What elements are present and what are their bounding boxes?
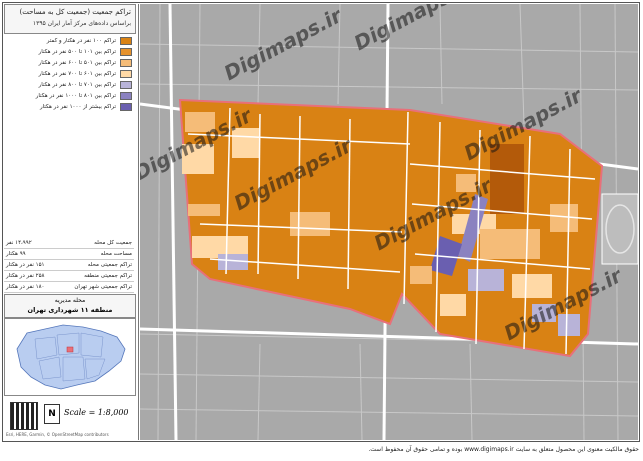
north-arrow-icon: N bbox=[44, 404, 60, 424]
legend-item: تراکم بین ۱۰۱ تا ۵۰۰ نفر در هکتار bbox=[4, 47, 134, 57]
stats-table: جمعیت کل محله ۱۴،۹۹۲ نفر مساحت محله ۹۹ هکتا… bbox=[4, 238, 134, 293]
legend-item: تراکم بیشتر از ۱۰۰۰ نفر در هکتار bbox=[4, 102, 134, 112]
stat-label: تراکم جمعیتی شهر تهران bbox=[74, 284, 132, 290]
legend-item: تراکم ۱۰۰ نفر در هکتار و کمتر bbox=[4, 36, 134, 46]
stat-label: تراکم جمعیتی محله bbox=[87, 262, 132, 268]
qr-code bbox=[10, 402, 38, 430]
legend-label: تراکم بیشتر از ۱۰۰۰ نفر در هکتار bbox=[39, 104, 116, 110]
stat-label: تراکم جمعیتی منطقه bbox=[84, 273, 132, 279]
main-map-svg bbox=[140, 4, 638, 440]
stat-row: مساحت محله ۹۹ هکتار bbox=[4, 249, 134, 260]
inset-district-name: منطقه ۱۱ شهرداری تهران bbox=[27, 306, 113, 314]
stat-value: ۱۵۱ نفر در هکتار bbox=[6, 262, 45, 268]
basemap-credit: Esri, HERE, Garmin, © OpenStreetMap cont… bbox=[6, 432, 109, 437]
legend-item: تراکم بین ۶۰۱ تا ۷۰۰ نفر در هکتار bbox=[4, 69, 134, 79]
stat-row: تراکم جمعیتی منطقه ۲۵۸ نفر در هکتار bbox=[4, 271, 134, 282]
map-scale: Scale = 1:8,000 bbox=[64, 408, 129, 417]
stat-row: تراکم جمعیتی محله ۱۵۱ نفر در هکتار bbox=[4, 260, 134, 271]
legend-label: تراکم بین ۸۰۱ تا ۱۰۰۰ نفر در هکتار bbox=[35, 93, 116, 99]
legend-label: تراکم بین ۵۰۱ تا ۶۰۰ نفر در هکتار bbox=[38, 60, 116, 66]
legend-label: تراکم بین ۶۰۱ تا ۷۰۰ نفر در هکتار bbox=[38, 71, 116, 77]
legend-swatch bbox=[120, 92, 132, 100]
stat-value: ۹۹ هکتار bbox=[6, 251, 26, 257]
legend-swatch bbox=[120, 59, 132, 67]
map-title: تراکم جمعیت (جمعیت کل به مساحت) bbox=[19, 8, 131, 16]
legend-item: تراکم بین ۵۰۱ تا ۶۰۰ نفر در هکتار bbox=[4, 58, 134, 68]
legend-swatch bbox=[120, 37, 132, 45]
stat-label: مساحت محله bbox=[100, 251, 132, 257]
footer: حقوق مالکیت معنوی این محصول متعلق به سای… bbox=[0, 444, 643, 460]
stat-value: ۲۵۸ نفر در هکتار bbox=[6, 273, 45, 279]
legend-item: تراکم بین ۸۰۱ تا ۱۰۰۰ نفر در هکتار bbox=[4, 91, 134, 101]
legend-swatch bbox=[120, 81, 132, 89]
legend-item: تراکم بین ۷۰۱ تا ۸۰۰ نفر در هکتار bbox=[4, 80, 134, 90]
stat-row: جمعیت کل محله ۱۴،۹۹۲ نفر bbox=[4, 238, 134, 249]
map-subtitle: براساس داده‌های مرکز آمار ایران ۱۳۹۵ bbox=[32, 20, 131, 27]
main-map[interactable]: Digimaps.ir Digimaps.ir Digimaps.ir Digi… bbox=[140, 4, 638, 440]
legend-label: تراکم ۱۰۰ نفر در هکتار و کمتر bbox=[46, 38, 116, 44]
density-legend: تراکم ۱۰۰ نفر در هکتار و کمتر تراکم بین ۱… bbox=[4, 36, 134, 113]
map-title-box: تراکم جمعیت (جمعیت کل به مساحت) براساس د… bbox=[4, 4, 136, 34]
stat-label: جمعیت کل محله bbox=[94, 240, 132, 246]
legend-label: تراکم بین ۱۰۱ تا ۵۰۰ نفر در هکتار bbox=[38, 49, 116, 55]
legend-swatch bbox=[120, 103, 132, 111]
inset-neighborhood-name: محله مدیریه bbox=[54, 297, 86, 304]
legend-swatch bbox=[120, 48, 132, 56]
neighborhood-marker bbox=[66, 346, 74, 353]
stat-value: ۱۸۰ نفر در هکتار bbox=[6, 284, 45, 290]
stat-value: ۱۴،۹۹۲ نفر bbox=[6, 240, 32, 246]
legend-label: تراکم بین ۷۰۱ تا ۸۰۰ نفر در هکتار bbox=[38, 82, 116, 88]
legend-swatch bbox=[120, 70, 132, 78]
copyright-notice: حقوق مالکیت معنوی این محصول متعلق به سای… bbox=[368, 446, 639, 453]
locator-map bbox=[4, 318, 136, 396]
inset-header: محله مدیریه منطقه ۱۱ شهرداری تهران bbox=[4, 294, 136, 318]
locator-map-svg bbox=[16, 324, 126, 390]
stat-row: تراکم جمعیتی شهر تهران ۱۸۰ نفر در هکتار bbox=[4, 282, 134, 293]
